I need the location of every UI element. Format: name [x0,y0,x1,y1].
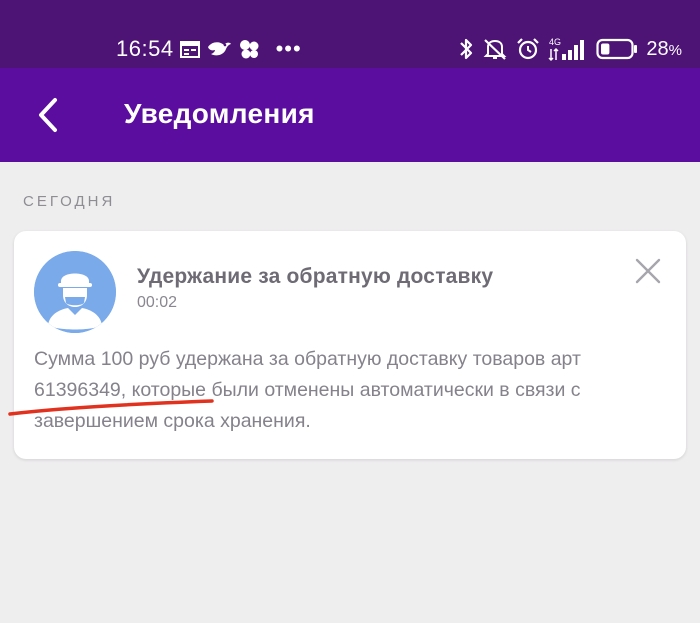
status-bar: 16:54 ••• 4G 28% [0,0,700,68]
notification-time: 00:02 [137,294,178,311]
alarm-icon [516,37,540,61]
app-bar: Уведомления [0,68,700,162]
page-title: Уведомления [124,98,315,129]
calendar-icon [179,40,200,58]
notification-title: Удержание за обратную доставку [137,265,494,288]
notification-body-line-2: 61396349, которые были отменены автомати… [34,379,581,401]
notification-card[interactable]: Удержание за обратную доставку 00:02 Сум… [14,231,686,459]
avatar [34,251,116,333]
battery-percent: 28% [646,38,682,61]
signal-icon: 4G [548,36,588,62]
notification-body: Сумма 100 руб удержана за обратную доста… [34,344,664,437]
section-label-today: СЕГОДНЯ [23,193,116,210]
notification-body-line-1: Сумма 100 руб удержана за обратную доста… [34,348,581,370]
status-time: 16:54 [116,36,174,61]
courier-avatar-icon [34,251,116,333]
status-right: 4G 28% [458,34,682,64]
chevron-left-icon [39,98,57,132]
close-button[interactable] [632,255,664,287]
bluetooth-icon [458,37,474,61]
battery-icon [596,38,638,60]
network-type: 4G [549,37,561,47]
clover-icon [238,38,260,60]
battery-percent-symbol: % [668,41,682,59]
more-dots-icon: ••• [275,36,302,61]
notification-body-line-3: завершением срока хранения. [34,410,311,432]
bird-icon [206,39,232,59]
close-icon [635,258,661,284]
back-button[interactable] [30,94,66,136]
mute-icon [482,37,508,61]
battery-percent-value: 28 [646,37,669,60]
status-left: 16:54 ••• [116,34,302,64]
